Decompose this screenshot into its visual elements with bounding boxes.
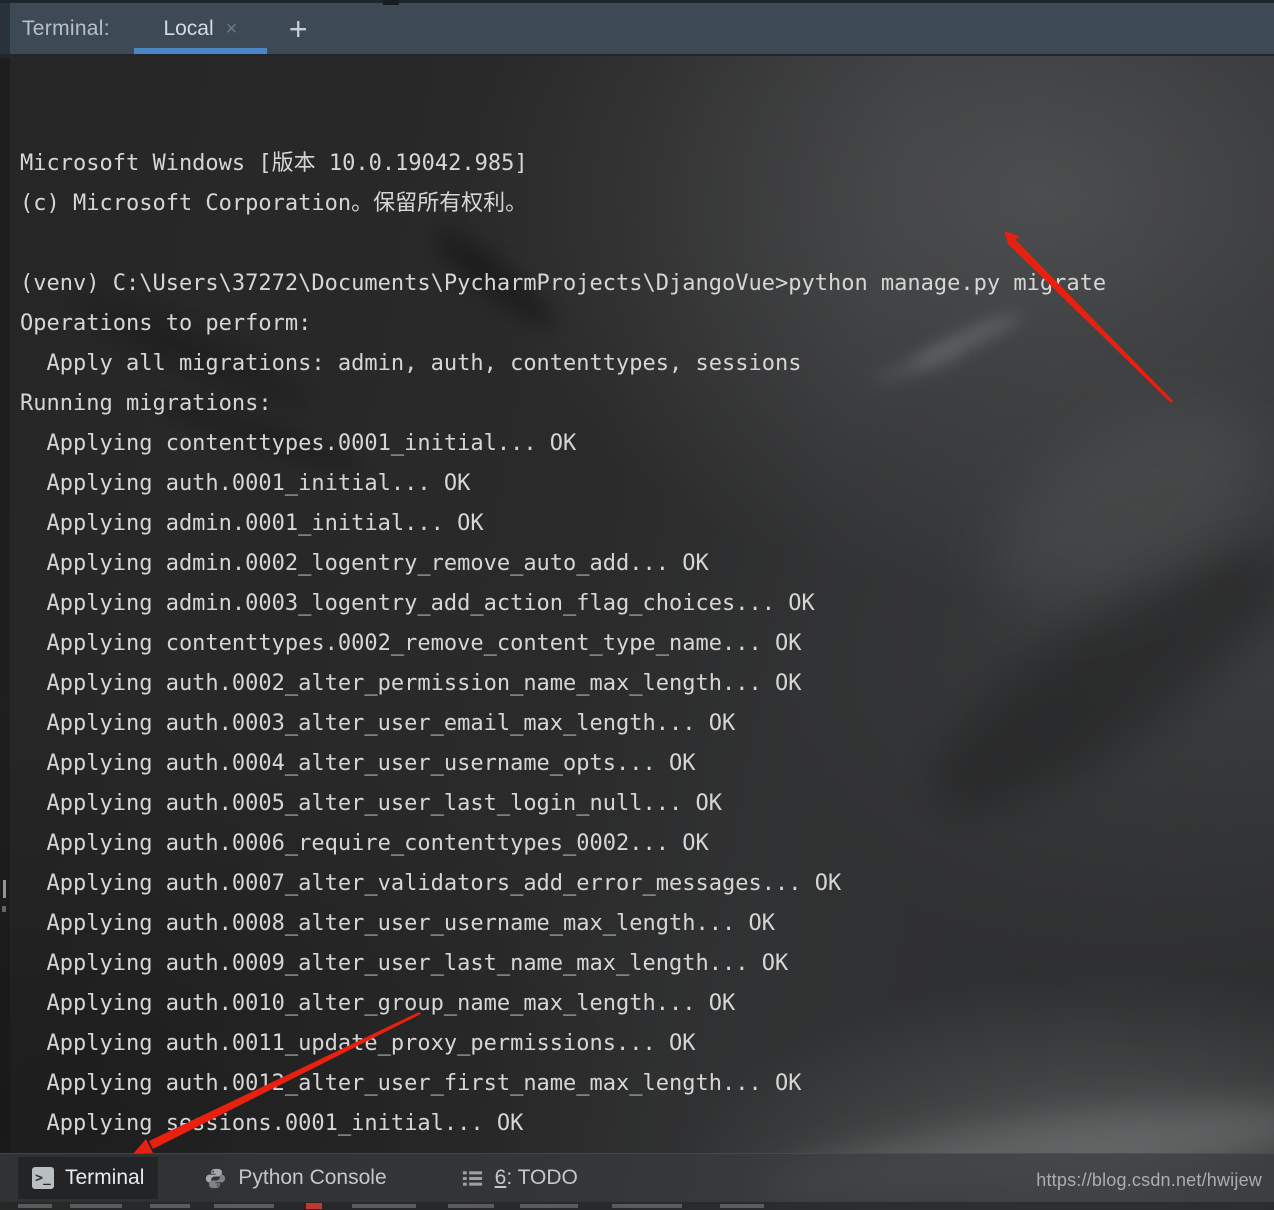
terminal-line: Applying auth.0002_alter_permission_name… xyxy=(20,664,1274,704)
todo-button-label: 6: TODO xyxy=(495,1166,578,1190)
pycharm-terminal-window: Terminal: Local × + Microsoft Windows [版… xyxy=(0,0,1274,1210)
todo-mnemonic: 6 xyxy=(495,1166,507,1189)
terminal-line: Applying auth.0008_alter_user_username_m… xyxy=(20,904,1274,944)
terminal-line xyxy=(20,224,1274,264)
todo-list-icon xyxy=(461,1167,484,1190)
terminal-line: Applying sessions.0001_initial... OK xyxy=(20,1104,1274,1144)
watermark-url: https://blog.csdn.net/hwijew xyxy=(1036,1170,1262,1191)
terminal-line: Applying admin.0002_logentry_remove_auto… xyxy=(20,544,1274,584)
terminal-icon: >_ xyxy=(32,1167,54,1189)
terminal-line: Applying auth.0010_alter_group_name_max_… xyxy=(20,984,1274,1024)
terminal-line: Applying auth.0001_initial... OK xyxy=(20,464,1274,504)
terminal-line: Operations to perform: xyxy=(20,304,1274,344)
terminal-line: Applying auth.0005_alter_user_last_login… xyxy=(20,784,1274,824)
terminal-tab-bar: Terminal: Local × + xyxy=(0,3,1274,56)
terminal-line: Applying admin.0001_initial... OK xyxy=(20,504,1274,544)
terminal-line: Applying auth.0011_update_proxy_permissi… xyxy=(20,1024,1274,1064)
top-edge-strip xyxy=(0,0,1274,3)
python-console-button-label: Python Console xyxy=(238,1166,386,1190)
terminal-line: Apply all migrations: admin, auth, conte… xyxy=(20,344,1274,384)
terminal-line: Applying admin.0003_logentry_add_action_… xyxy=(20,584,1274,624)
terminal-line: Applying contenttypes.0002_remove_conten… xyxy=(20,624,1274,664)
status-bar: >_ Terminal Python Console xyxy=(0,1153,1274,1202)
terminal-line xyxy=(20,1144,1274,1153)
terminal-button-label: Terminal xyxy=(65,1166,144,1190)
terminal-line: Applying auth.0009_alter_user_last_name_… xyxy=(20,944,1274,984)
tab-label: Local xyxy=(163,17,213,41)
red-crop-fragment xyxy=(306,1203,322,1209)
terminal-line: Applying auth.0004_alter_user_username_o… xyxy=(20,744,1274,784)
terminal-output[interactable]: Microsoft Windows [版本 10.0.19042.985](c)… xyxy=(0,58,1274,1153)
terminal-lines: Microsoft Windows [版本 10.0.19042.985](c)… xyxy=(20,144,1274,1153)
statusbar-python-console-button[interactable]: Python Console xyxy=(190,1157,400,1199)
cropped-bottom-strip xyxy=(0,1202,1274,1210)
terminal-line: (venv) C:\Users\37272\Documents\PycharmP… xyxy=(20,264,1274,304)
python-icon xyxy=(204,1167,227,1190)
tab-local[interactable]: Local × xyxy=(134,3,267,54)
terminal-line: Applying auth.0012_alter_user_first_name… xyxy=(20,1064,1274,1104)
terminal-line: Applying auth.0006_require_contenttypes_… xyxy=(20,824,1274,864)
terminal-line: Applying auth.0003_alter_user_email_max_… xyxy=(20,704,1274,744)
terminal-line: (c) Microsoft Corporation。保留所有权利。 xyxy=(20,184,1274,224)
new-tab-button[interactable]: + xyxy=(289,13,308,45)
terminal-line: Running migrations: xyxy=(20,384,1274,424)
terminal-line: Applying auth.0007_alter_validators_add_… xyxy=(20,864,1274,904)
terminal-line: Microsoft Windows [版本 10.0.19042.985] xyxy=(20,144,1274,184)
tab-bar-title: Terminal: xyxy=(22,17,110,41)
top-crop-fragment xyxy=(383,0,399,5)
close-tab-icon[interactable]: × xyxy=(226,19,238,39)
left-edge-sliver xyxy=(0,58,10,1153)
statusbar-terminal-button[interactable]: >_ Terminal xyxy=(18,1157,158,1199)
statusbar-todo-button[interactable]: 6: TODO xyxy=(447,1157,592,1199)
terminal-line: Applying contenttypes.0001_initial... OK xyxy=(20,424,1274,464)
